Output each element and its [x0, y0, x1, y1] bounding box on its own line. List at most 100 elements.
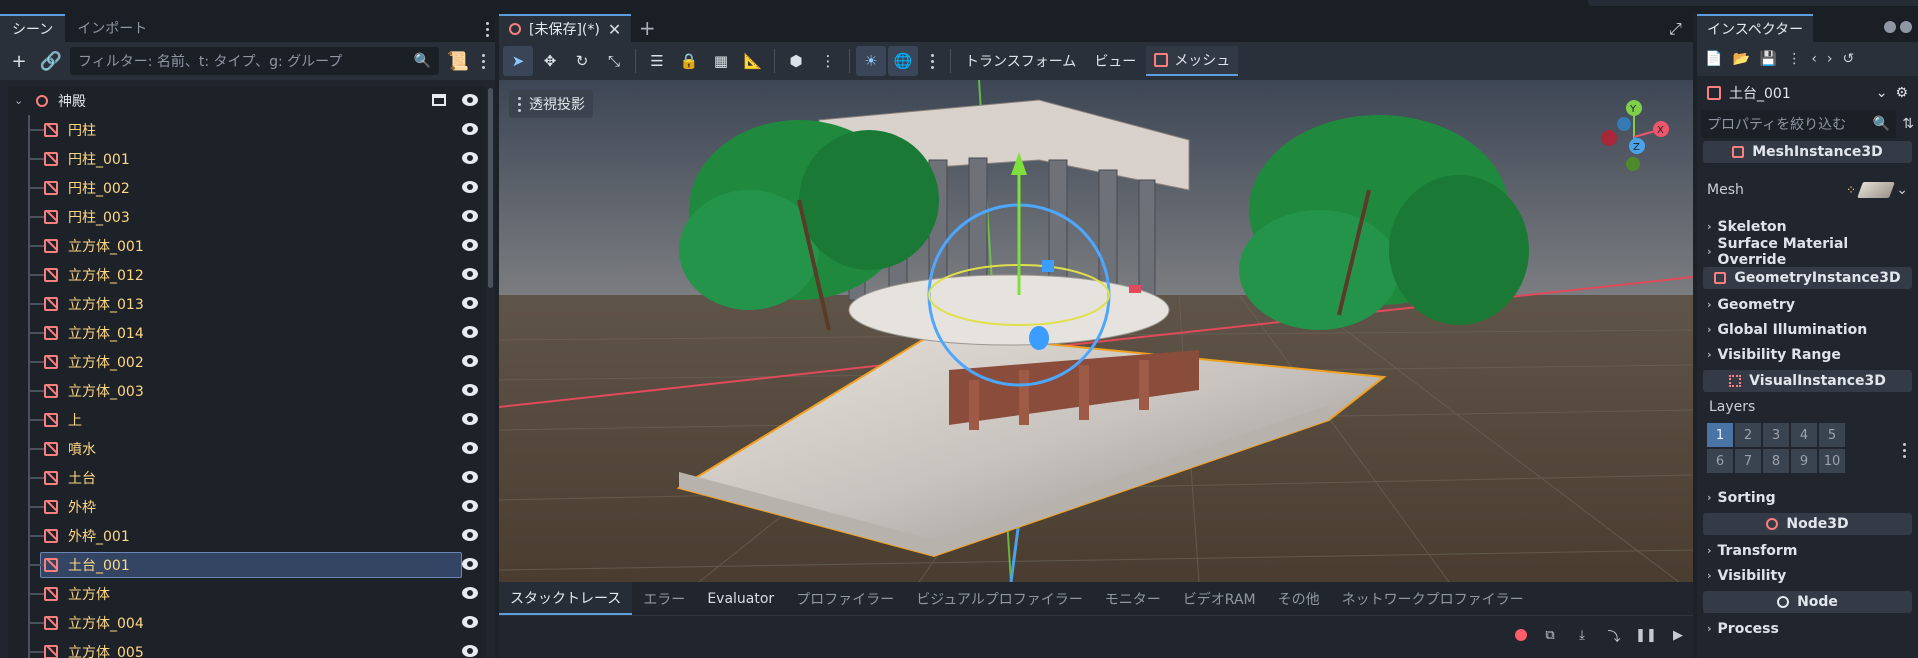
perspective-button[interactable]: 透視投影	[509, 90, 593, 118]
close-tab-icon[interactable]: ✕	[608, 20, 621, 39]
scale-mode-icon[interactable]: ⤡	[599, 46, 629, 76]
layer-toggle[interactable]: 4	[1791, 423, 1817, 447]
add-scene-tab-icon[interactable]: +	[631, 14, 663, 42]
visibility-eye-icon[interactable]	[462, 500, 478, 512]
mesh-thumbnail[interactable]: ⁘ ⌄	[1846, 177, 1908, 203]
tab-import[interactable]: インポート	[65, 14, 159, 42]
tree-row[interactable]: 立方体_013	[8, 289, 486, 318]
visibility-eye-icon[interactable]	[462, 326, 478, 338]
inspector-category[interactable]: › Visibility	[1697, 563, 1918, 588]
layer-toggle[interactable]: 8	[1763, 449, 1789, 473]
tree-row[interactable]: 立方体_003	[8, 376, 486, 405]
list-select-icon[interactable]: ☰	[642, 46, 672, 76]
visibility-eye-icon[interactable]	[462, 529, 478, 541]
visibility-eye-icon[interactable]	[462, 268, 478, 280]
continue-icon[interactable]: ▶	[1669, 626, 1687, 644]
tree-root-row[interactable]: ⌄ 神殿	[8, 86, 486, 115]
mesh-property[interactable]: Mesh ⁘ ⌄	[1697, 166, 1918, 214]
dock-left-icon[interactable]	[1884, 21, 1896, 33]
layer-toggle[interactable]: 1	[1707, 423, 1733, 447]
visibility-eye-icon[interactable]	[462, 239, 478, 251]
tree-row[interactable]: 上	[8, 405, 486, 434]
visibility-eye-icon[interactable]	[462, 616, 478, 628]
scene-tree-scrollbar[interactable]	[488, 88, 493, 288]
debugger-tab[interactable]: ネットワークプロファイラー	[1331, 582, 1535, 615]
inspector-category[interactable]: › Surface Material Override	[1697, 236, 1918, 268]
layer-toggle[interactable]: 3	[1763, 423, 1789, 447]
filter-options-icon[interactable]: ⇅	[1902, 116, 1914, 132]
layer-toggle[interactable]: 7	[1735, 449, 1761, 473]
tree-row[interactable]: 立方体_004	[8, 608, 486, 637]
visibility-eye-icon[interactable]	[462, 558, 478, 570]
debugger-tab[interactable]: ビジュアルプロファイラー	[905, 582, 1094, 615]
axis-neg-z-icon[interactable]	[1617, 117, 1631, 131]
tree-row[interactable]: 外枠_001	[8, 521, 486, 550]
layer-toggle[interactable]: 5	[1819, 423, 1845, 447]
scene-tab-unsaved[interactable]: [未保存](*) ✕	[499, 14, 632, 42]
select-mode-icon[interactable]: ➤	[503, 46, 533, 76]
layer-toggle[interactable]: 2	[1735, 423, 1761, 447]
tree-row[interactable]: 外枠	[8, 492, 486, 521]
debugger-tab[interactable]: Evaluator	[696, 582, 785, 615]
view-menu[interactable]: ビュー	[1086, 46, 1144, 76]
distraction-free-icon[interactable]: ⤢	[1669, 19, 1685, 38]
transform-menu[interactable]: トランスフォーム	[957, 46, 1084, 76]
inspector-category[interactable]: › Transform	[1697, 538, 1918, 563]
copy-icon[interactable]: ⧉	[1541, 626, 1559, 644]
instance-scene-icon[interactable]: 🔗	[38, 48, 64, 74]
tab-inspector[interactable]: インスペクター	[1697, 14, 1814, 42]
visibility-eye-icon[interactable]	[462, 210, 478, 222]
inspector-category[interactable]: › Process	[1697, 616, 1918, 641]
debugger-tab[interactable]: ビデオRAM	[1172, 582, 1267, 615]
visibility-eye-icon[interactable]	[462, 587, 478, 599]
open-scene-icon[interactable]	[432, 94, 446, 106]
debugger-tab[interactable]: その他	[1267, 582, 1331, 615]
layer-toggle[interactable]: 6	[1707, 449, 1733, 473]
property-filter-input[interactable]: プロパティを絞り込む 🔍	[1701, 110, 1897, 138]
orientation-gizmo[interactable]: Y X Z	[1599, 92, 1669, 172]
inspector-category[interactable]: › Sorting	[1697, 485, 1918, 510]
history-forward-icon[interactable]: ›	[1827, 51, 1833, 67]
scene-filter-input[interactable]: フィルター: 名前、t: タイプ、g: グループ 🔍	[70, 47, 439, 75]
visibility-eye-icon[interactable]	[462, 384, 478, 396]
attach-script-icon[interactable]: 📜	[445, 48, 471, 74]
move-mode-icon[interactable]: ✥	[535, 46, 565, 76]
tree-row[interactable]: 立方体	[8, 579, 486, 608]
scene-menu-icon[interactable]	[477, 53, 489, 69]
sun-preview-icon[interactable]: ☀	[856, 46, 886, 76]
tab-scene[interactable]: シーン	[0, 14, 66, 42]
tree-row[interactable]: 立方体_012	[8, 260, 486, 289]
layer-toggle[interactable]: 9	[1791, 449, 1817, 473]
preview-menu-icon[interactable]	[920, 53, 944, 69]
history-back-icon[interactable]: ‹	[1811, 51, 1817, 67]
snap-icon[interactable]: ⋮	[813, 46, 843, 76]
debugger-tab[interactable]: スタックトレース	[499, 582, 633, 615]
ruler-icon[interactable]: 📐	[738, 46, 768, 76]
save-resource-icon[interactable]: 💾	[1760, 51, 1777, 67]
visibility-eye-icon[interactable]	[462, 297, 478, 309]
visibility-eye-icon[interactable]	[462, 181, 478, 193]
inspector-category[interactable]: › Visibility Range	[1697, 342, 1918, 367]
layer-toggle[interactable]: 10	[1819, 449, 1845, 473]
axis-neg-y-icon[interactable]	[1626, 157, 1640, 171]
visibility-eye-icon[interactable]	[462, 94, 478, 106]
tree-row[interactable]: 円柱_003	[8, 202, 486, 231]
tree-row[interactable]: 円柱	[8, 115, 486, 144]
step-over-icon[interactable]: ⤵	[1605, 626, 1623, 645]
mesh-menu[interactable]: メッシュ	[1146, 46, 1239, 76]
open-resource-icon[interactable]: 📂	[1732, 51, 1749, 67]
visibility-eye-icon[interactable]	[462, 442, 478, 454]
inspector-category[interactable]: › Geometry	[1697, 292, 1918, 317]
group-icon[interactable]: ▦	[706, 46, 736, 76]
resource-menu-icon[interactable]: ⋮	[1787, 51, 1801, 67]
chevron-down-icon[interactable]: ⌄	[1896, 182, 1908, 198]
tree-row[interactable]: 円柱_001	[8, 144, 486, 173]
debugger-tab[interactable]: モニター	[1094, 582, 1172, 615]
record-icon[interactable]	[1515, 629, 1527, 641]
visibility-eye-icon[interactable]	[462, 152, 478, 164]
axis-neg-x-icon[interactable]	[1601, 130, 1617, 146]
visibility-eye-icon[interactable]	[462, 355, 478, 367]
tree-row[interactable]: 立方体_002	[8, 347, 486, 376]
inspected-node-picker[interactable]: 土台_001 ⌄ ⚙	[1701, 78, 1914, 108]
visibility-eye-icon[interactable]	[462, 645, 478, 657]
